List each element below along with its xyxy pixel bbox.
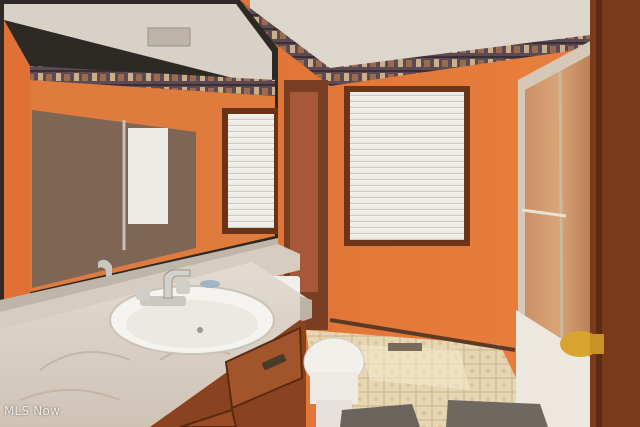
bath-mat xyxy=(446,400,548,427)
soap-bar xyxy=(200,280,220,288)
mirror-reflected-window xyxy=(128,128,168,224)
sink-bowl xyxy=(126,300,258,348)
toilet-bowl xyxy=(310,372,358,404)
faucet-left-handle xyxy=(136,286,150,300)
bathroom-illustration xyxy=(0,0,640,427)
faucet-right-handle xyxy=(176,280,190,294)
window-blinds xyxy=(350,92,464,240)
countertop-edge xyxy=(300,296,312,322)
sink-drain xyxy=(197,327,203,333)
door-edge xyxy=(596,0,602,427)
door-latch xyxy=(590,334,604,354)
mirror-window-blinds xyxy=(228,114,274,228)
bathroom-photo: MLS Now xyxy=(0,0,640,427)
mirror-wall-left xyxy=(4,20,30,300)
floor-vent xyxy=(388,343,422,351)
shower-door-frame xyxy=(558,71,564,371)
mirror-ceiling-vent xyxy=(147,27,191,47)
watermark: MLS Now xyxy=(4,404,61,418)
